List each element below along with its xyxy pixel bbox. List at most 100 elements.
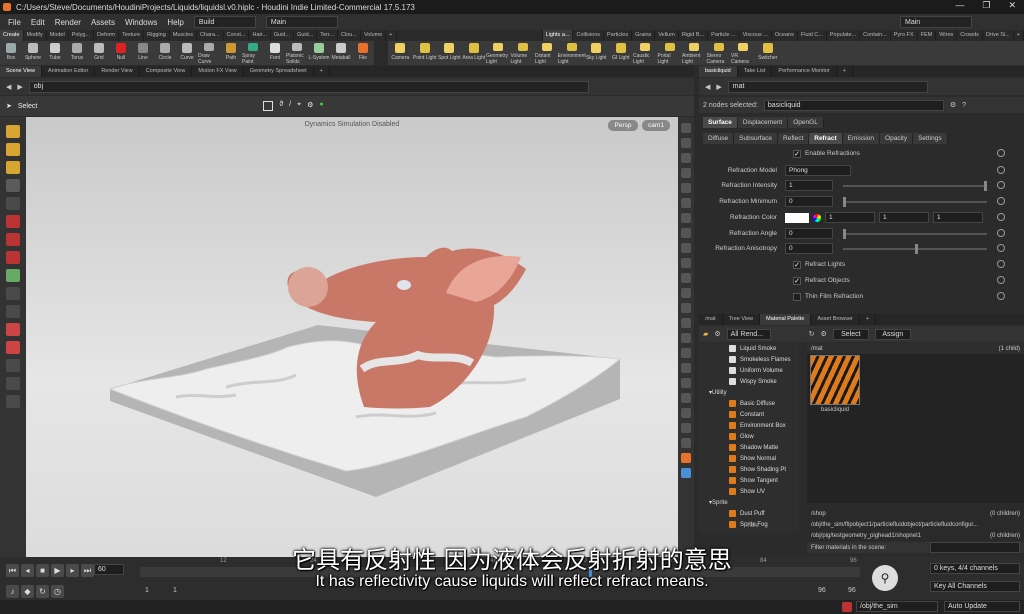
bottom-pane-tab[interactable]: /mat bbox=[699, 314, 723, 325]
bottom-pane-tab[interactable]: Asset Browser bbox=[811, 314, 860, 325]
shelf-tab[interactable]: Polyg... bbox=[69, 30, 95, 41]
param-subtab[interactable]: Settings bbox=[913, 133, 948, 144]
flipbook-icon[interactable] bbox=[6, 395, 20, 408]
refraction-angle-slider[interactable] bbox=[843, 228, 987, 239]
grid-icon[interactable] bbox=[681, 288, 691, 298]
shelf-tool[interactable]: Torus bbox=[66, 41, 88, 65]
error-icon[interactable] bbox=[842, 602, 852, 612]
tree-group[interactable]: ▾ Utility bbox=[699, 387, 799, 398]
param-gear-icon[interactable] bbox=[997, 229, 1005, 237]
param-subtab[interactable]: Opacity bbox=[880, 133, 914, 144]
bottom-pane-tab[interactable]: + bbox=[860, 314, 877, 325]
display-icon[interactable]: ● bbox=[319, 101, 323, 111]
forward-arrow-icon[interactable]: ▶ bbox=[17, 83, 22, 91]
refresh-icon[interactable]: ↻ bbox=[809, 330, 815, 338]
light-tool[interactable]: Distant Light bbox=[535, 41, 560, 65]
param-subtab[interactable]: Subsurface bbox=[734, 133, 779, 144]
shelf-tab[interactable]: Texture bbox=[119, 30, 145, 41]
shelf-tab[interactable]: Rigid B... bbox=[679, 30, 709, 41]
pivot-icon[interactable] bbox=[681, 423, 691, 433]
shelf-tab[interactable]: Terr... bbox=[317, 30, 339, 41]
light-icon[interactable] bbox=[681, 153, 691, 163]
snapping-icon[interactable] bbox=[6, 287, 20, 300]
shelf-tab[interactable]: Collisions bbox=[573, 30, 605, 41]
menu-help[interactable]: Help bbox=[167, 18, 183, 27]
light-tool[interactable]: Caustic Light bbox=[633, 41, 658, 65]
param-path-field[interactable]: mat bbox=[727, 80, 928, 93]
shelf-tool[interactable]: Draw Curve bbox=[198, 41, 220, 65]
shelf-tab[interactable]: Model bbox=[47, 30, 69, 41]
refraction-color-swatch[interactable] bbox=[785, 212, 809, 223]
tree-item[interactable]: Dust Puff bbox=[699, 508, 799, 519]
param-gear-icon[interactable] bbox=[997, 149, 1005, 157]
param-gear-icon[interactable] bbox=[997, 197, 1005, 205]
shelf-tab[interactable]: Muscles bbox=[170, 30, 197, 41]
bg-icon[interactable] bbox=[681, 273, 691, 283]
bottom-pane-tab[interactable]: Tree View bbox=[723, 314, 761, 325]
snap-tool-icon[interactable] bbox=[6, 143, 20, 156]
tree-item[interactable]: Show Tangent bbox=[699, 475, 799, 486]
light-tool[interactable]: Portal Light bbox=[658, 41, 683, 65]
renderer-filter-dropdown[interactable]: All Rend... bbox=[726, 328, 771, 340]
close-icon[interactable]: ✕ bbox=[1008, 0, 1016, 14]
param-subtab[interactable]: Diffuse bbox=[703, 133, 735, 144]
desktop-dropdown[interactable]: Main bbox=[265, 16, 338, 28]
box-select-icon[interactable] bbox=[263, 101, 274, 111]
light-tool[interactable]: Point Light bbox=[413, 41, 438, 65]
view-tool-icon[interactable] bbox=[6, 161, 20, 174]
record-icon[interactable] bbox=[681, 453, 691, 463]
shelf-tab[interactable]: Particle ... bbox=[708, 30, 740, 41]
refraction-intensity-slider[interactable] bbox=[843, 180, 987, 191]
ghost-icon[interactable] bbox=[681, 198, 691, 208]
param-subtab[interactable]: Emission bbox=[842, 133, 881, 144]
param-gear-icon[interactable] bbox=[997, 244, 1005, 252]
shelf-tool[interactable]: Sphere bbox=[22, 41, 44, 65]
param-gear-icon[interactable] bbox=[997, 181, 1005, 189]
render-region-icon[interactable] bbox=[6, 377, 20, 390]
desktop-right-dropdown[interactable]: Main bbox=[900, 16, 972, 28]
param-gear-icon[interactable] bbox=[997, 213, 1005, 221]
tree-item[interactable]: Constant bbox=[699, 409, 799, 420]
tree-item[interactable]: Glow bbox=[699, 431, 799, 442]
shelf-tab[interactable]: Oceans bbox=[772, 30, 798, 41]
shelf-tool[interactable]: File bbox=[352, 41, 374, 65]
handle-tool-icon[interactable] bbox=[6, 125, 20, 138]
shelf-tool[interactable]: Font bbox=[264, 41, 286, 65]
shelf-tab[interactable]: Const... bbox=[224, 30, 250, 41]
bottom-pane-tab[interactable]: Material Palette bbox=[760, 314, 812, 325]
shelf-tab[interactable]: Wires bbox=[936, 30, 958, 41]
menu-edit[interactable]: Edit bbox=[31, 18, 45, 27]
shelf-tab[interactable]: Chara... bbox=[197, 30, 224, 41]
shelf-tab[interactable]: Deform bbox=[94, 30, 120, 41]
help-icon[interactable]: ? bbox=[962, 102, 966, 109]
camera-tool-icon[interactable] bbox=[6, 359, 20, 372]
param-gear-icon[interactable] bbox=[997, 260, 1005, 268]
param-tab[interactable]: Displacement bbox=[737, 117, 789, 128]
select-arrow-icon[interactable]: ➤ bbox=[6, 102, 12, 110]
normals-icon[interactable] bbox=[681, 228, 691, 238]
lock-icon[interactable] bbox=[6, 197, 20, 210]
tree-item[interactable]: Show Normal bbox=[699, 453, 799, 464]
shelf-tab[interactable]: Rigging bbox=[144, 30, 170, 41]
tree-group[interactable]: ▾ Sprite bbox=[699, 497, 799, 508]
bone-icon[interactable] bbox=[681, 393, 691, 403]
right-pane-tab[interactable]: basicliquid bbox=[699, 66, 738, 77]
light-tool[interactable]: Area Light bbox=[462, 41, 487, 65]
pose-tool-icon[interactable] bbox=[6, 269, 20, 282]
forward-arrow-icon[interactable]: ▶ bbox=[716, 83, 721, 91]
tree-item[interactable]: Show UV bbox=[699, 486, 799, 497]
bookmark-shop[interactable]: /shop (0 children) bbox=[807, 508, 1024, 519]
param-subtab[interactable]: Refract bbox=[809, 133, 843, 144]
help-icon[interactable] bbox=[681, 468, 691, 478]
tree-item[interactable]: Liquid Smoke bbox=[699, 343, 799, 354]
particle-icon[interactable] bbox=[681, 318, 691, 328]
menu-assets[interactable]: Assets bbox=[91, 18, 115, 27]
refraction-color-r-field[interactable]: 1 bbox=[825, 212, 875, 223]
pointer-icon[interactable]: ⌖ bbox=[297, 101, 301, 111]
lock-view-icon[interactable] bbox=[681, 138, 691, 148]
magnet-icon[interactable] bbox=[6, 323, 20, 336]
light-tool[interactable]: Switcher bbox=[756, 41, 781, 65]
scene-viewport[interactable]: Dynamics Simulation Disabled Persp cam1 bbox=[26, 117, 678, 557]
shelf-tool[interactable]: Curve bbox=[176, 41, 198, 65]
tree-item[interactable]: Basic Diffuse bbox=[699, 398, 799, 409]
